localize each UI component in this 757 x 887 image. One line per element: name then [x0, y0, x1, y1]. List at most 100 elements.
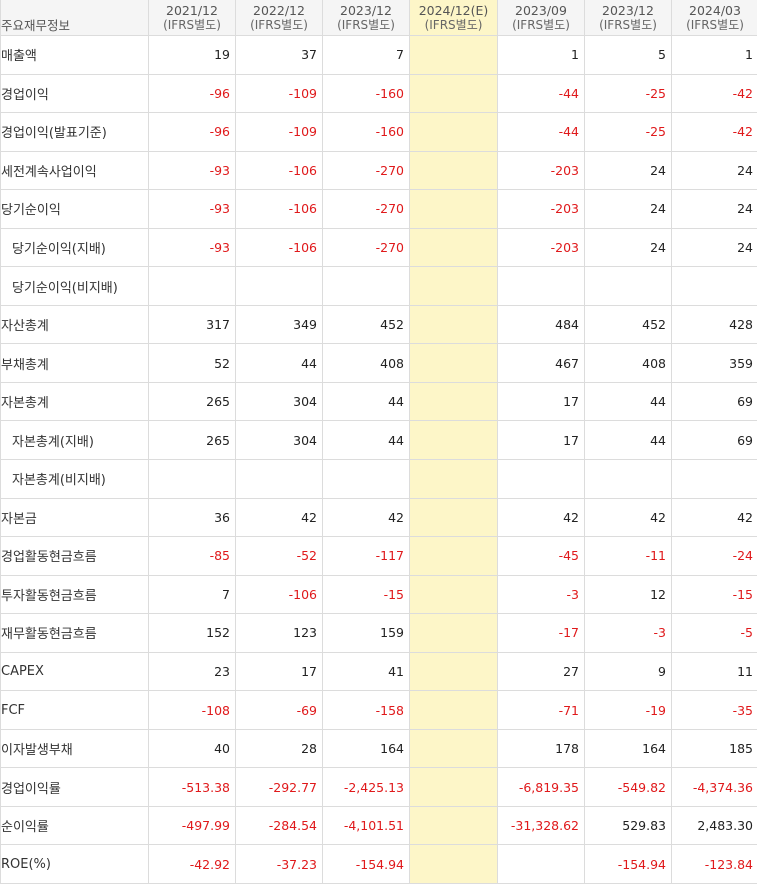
table-row: 투자활동현금흐름 7 -106 -15 -3 12 -15 [0, 574, 757, 615]
table-cell: -2,425.13 [322, 767, 410, 807]
table-row: 경업이익 -96 -109 -160 -44 -25 -42 [0, 73, 757, 114]
table-cell: -42 [671, 112, 757, 152]
column-header: 2024/03 (IFRS별도) [671, 0, 757, 36]
table-cell: -31,328.62 [497, 805, 585, 846]
table-cell: 265 [148, 420, 236, 461]
table-cell-estimate [409, 574, 498, 615]
table-cell-estimate [409, 227, 498, 268]
table-cell: 265 [148, 381, 236, 422]
table-cell: -85 [148, 536, 236, 576]
row-label: 경업활동현금흐름 [0, 536, 149, 576]
table-cell [235, 266, 323, 306]
table-cell: -284.54 [235, 805, 323, 846]
column-header: 2023/12 (IFRS별도) [584, 0, 672, 36]
table-cell: 12 [584, 574, 672, 615]
table-cell: 5 [584, 35, 672, 75]
table-cell: -69 [235, 690, 323, 730]
table-cell: -93 [148, 150, 236, 191]
table-row: 당기순이익(비지배) [0, 266, 757, 306]
table-cell: 9 [584, 651, 672, 692]
table-cell: -154.94 [322, 844, 410, 885]
table-row: 자본총계(비지배) [0, 459, 757, 499]
table-cell-estimate [409, 497, 498, 538]
table-cell: -108 [148, 690, 236, 730]
table-cell: 42 [671, 497, 757, 538]
table-cell [148, 266, 236, 306]
row-label: 경업이익률 [0, 767, 149, 807]
table-cell: -123.84 [671, 844, 757, 885]
row-label: 자본금 [0, 497, 149, 538]
table-cell-estimate [409, 536, 498, 576]
table-cell-estimate [409, 343, 498, 383]
table-cell: -154.94 [584, 844, 672, 885]
table-cell: 1 [497, 35, 585, 75]
table-cell: -35 [671, 690, 757, 730]
table-cell: -15 [671, 574, 757, 615]
table-cell-estimate [409, 459, 498, 499]
table-cell [584, 266, 672, 306]
table-cell: 52 [148, 343, 236, 383]
row-label: 당기순이익 [0, 189, 149, 229]
table-cell: 24 [671, 150, 757, 191]
table-cell-estimate [409, 613, 498, 653]
table-cell: -15 [322, 574, 410, 615]
table-cell: 1 [671, 35, 757, 75]
row-label: 자본총계(비지배) [0, 459, 149, 499]
table-cell: 17 [497, 381, 585, 422]
table-cell [322, 459, 410, 499]
table-row: 당기순이익(지배) -93 -106 -270 -203 24 24 [0, 227, 757, 268]
table-cell: 178 [497, 728, 585, 769]
table-row: 순이익률 -497.99 -284.54 -4,101.51 -31,328.62 529… [0, 805, 757, 846]
table-cell: 24 [584, 227, 672, 268]
row-label: 자산총계 [0, 304, 149, 345]
table-cell: -44 [497, 73, 585, 114]
table-cell: 123 [235, 613, 323, 653]
table-cell: 42 [322, 497, 410, 538]
table-cell: 40 [148, 728, 236, 769]
table-cell: 467 [497, 343, 585, 383]
row-label: 투자활동현금흐름 [0, 574, 149, 615]
table-cell: 317 [148, 304, 236, 345]
financial-summary-table: 주요재무정보 2021/12 (IFRS별도) 2022/12 (IFRS별도) 2… [0, 0, 757, 885]
row-label: 순이익률 [0, 805, 149, 846]
table-cell: 159 [322, 613, 410, 653]
row-label: ROE(%) [0, 844, 149, 885]
table-row: 경업활동현금흐름 -85 -52 -117 -45 -11 -24 [0, 536, 757, 576]
table-cell: 2,483.30 [671, 805, 757, 846]
table-cell-estimate [409, 805, 498, 846]
table-cell: -96 [148, 112, 236, 152]
table-cell: -203 [497, 189, 585, 229]
table-cell: -37.23 [235, 844, 323, 885]
table-cell-estimate [409, 150, 498, 191]
table-cell: 44 [235, 343, 323, 383]
row-label: CAPEX [0, 651, 149, 692]
table-cell [497, 266, 585, 306]
table-cell: 304 [235, 420, 323, 461]
table-cell: 27 [497, 651, 585, 692]
table-cell: 44 [584, 381, 672, 422]
table-cell: 17 [235, 651, 323, 692]
row-label: 경업이익 [0, 73, 149, 114]
table-cell: -11 [584, 536, 672, 576]
table-cell: 42 [584, 497, 672, 538]
column-header: 2023/12 (IFRS별도) [322, 0, 410, 36]
corner-header: 주요재무정보 [0, 0, 149, 36]
table-cell: 452 [322, 304, 410, 345]
table-cell-estimate [409, 112, 498, 152]
table-cell-estimate [409, 844, 498, 885]
column-header: 2023/09 (IFRS별도) [497, 0, 585, 36]
table-cell [584, 459, 672, 499]
table-cell: -106 [235, 150, 323, 191]
table-cell: 24 [584, 189, 672, 229]
table-row: 당기순이익 -93 -106 -270 -203 24 24 [0, 189, 757, 229]
table-cell: 37 [235, 35, 323, 75]
table-cell: -158 [322, 690, 410, 730]
table-cell: -6,819.35 [497, 767, 585, 807]
row-label: 재무활동현금흐름 [0, 613, 149, 653]
table-cell: 17 [497, 420, 585, 461]
row-label: 이자발생부채 [0, 728, 149, 769]
table-cell-estimate [409, 266, 498, 306]
table-cell: 529.83 [584, 805, 672, 846]
table-cell: -270 [322, 189, 410, 229]
table-row: 매출액 19 37 7 1 5 1 [0, 35, 757, 75]
